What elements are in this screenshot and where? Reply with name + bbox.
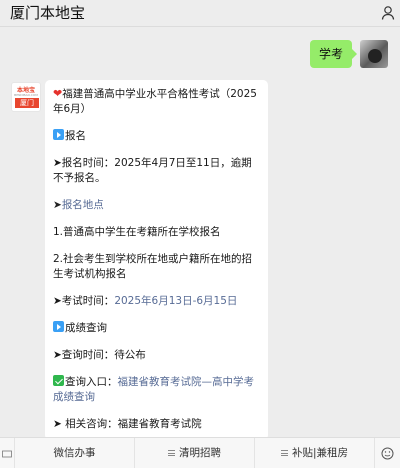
top-bar: 厦门本地宝 <box>0 0 400 27</box>
bendibao-avatar[interactable]: 本地宝 BENDIBAO.COM 厦门 <box>11 82 41 112</box>
registration-place-link[interactable]: 报名地点 <box>62 199 104 211</box>
score-heading: 成绩查询 <box>53 321 260 336</box>
heart-icon: ❤ <box>53 87 63 100</box>
registration-place: ➤报名地点 <box>53 199 104 211</box>
play-icon <box>53 321 64 332</box>
reply-message-card: ❤福建普通高中学业水平合格性考试（2025年6月） 报名 ➤报名时间：2025年… <box>45 80 268 440</box>
place-item-1: 1.普通高中学生在考籍所在学校报名 <box>53 226 221 238</box>
play-icon <box>53 129 64 140</box>
exam-date-link[interactable]: 2025年6月13日-6月15日 <box>114 295 237 307</box>
exam-time: ➤考试时间：2025年6月13日-6月15日 <box>53 295 238 307</box>
sent-message-bubble[interactable]: 学考 <box>309 40 358 68</box>
menu-tab-3[interactable]: 补贴|兼租房 <box>254 438 374 468</box>
emoji-button[interactable] <box>374 438 400 468</box>
menu-list-icon <box>168 450 175 456</box>
menu-tab-2[interactable]: 清明招聘 <box>134 438 254 468</box>
article-title: ❤福建普通高中学业水平合格性考试（2025年6月） <box>53 87 257 115</box>
menu-tab-1[interactable]: 微信办事 <box>14 438 134 468</box>
keyboard-icon <box>2 450 12 457</box>
smiley-icon <box>381 447 394 459</box>
menu-list-icon <box>280 450 288 456</box>
avatar-city-label: 厦门 <box>15 98 39 108</box>
chat-title: 厦门本地宝 <box>10 4 86 22</box>
query-entry: 查询入口：福建省教育考试院—高中学考成绩查询 <box>53 375 254 403</box>
bottom-menu-bar: 微信办事 清明招聘 补贴|兼租房 <box>0 437 400 468</box>
user-icon[interactable] <box>380 5 396 21</box>
cut-off-line: ➤ 相关咨询：福建省教育考试院 <box>53 418 202 430</box>
query-time: ➤查询时间：待公布 <box>53 349 146 361</box>
registration-heading: 报名 <box>53 129 260 144</box>
avatar-logo-subtext: BENDIBAO.COM <box>14 93 38 97</box>
place-item-2: 2.社会考生到学校所在地或户籍所在地的招生考试机构报名 <box>53 253 253 280</box>
check-icon <box>53 375 64 386</box>
keyboard-toggle[interactable] <box>0 438 14 468</box>
registration-time: ➤报名时间：2025年4月7日至11日，逾期不予报名。 <box>53 157 252 184</box>
sent-message-row: 学考 <box>309 40 388 68</box>
my-avatar[interactable] <box>360 40 388 68</box>
